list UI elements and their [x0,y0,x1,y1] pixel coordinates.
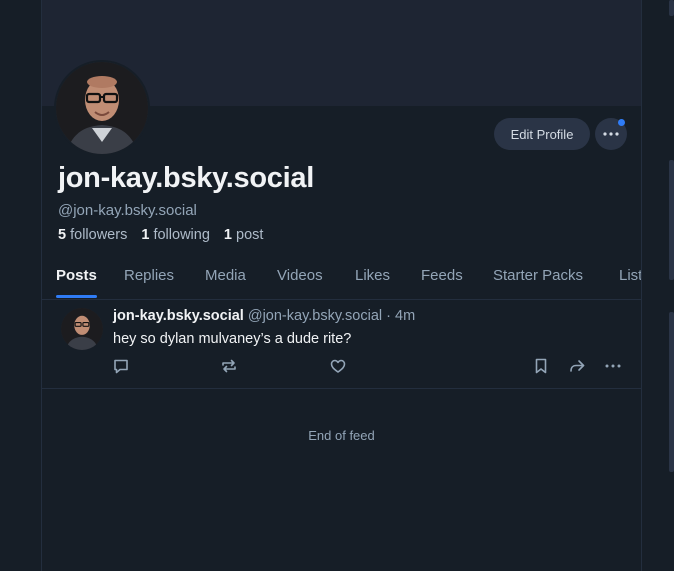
active-tab-indicator [56,295,97,298]
feed-post[interactable]: jon-kay.bsky.social @jon-kay.bsky.social… [42,300,641,389]
right-sidebar-edge-box [669,312,674,472]
post-separator: · [386,308,391,324]
posts-stat: 1 post [224,227,264,243]
right-sidebar-edge-mid [669,160,674,280]
reply-icon[interactable] [112,357,130,375]
right-sidebar [669,0,674,571]
following-stat[interactable]: 1 following [141,227,210,243]
edit-profile-button[interactable]: Edit Profile [494,118,590,150]
tab-likes[interactable]: Likes [355,267,390,284]
share-icon[interactable] [568,357,586,375]
profile-avatar[interactable] [54,60,150,156]
posts-label: post [236,227,264,243]
tab-replies[interactable]: Replies [124,267,174,284]
ellipsis-icon [603,132,619,136]
repost-icon[interactable] [220,357,238,375]
bookmark-icon[interactable] [532,357,550,375]
post-header: jon-kay.bsky.social @jon-kay.bsky.social… [113,308,415,324]
tab-media[interactable]: Media [205,267,246,284]
more-icon[interactable] [604,357,622,375]
post-text: hey so dylan mulvaney’s a dude rite? [113,331,352,347]
tab-lists[interactable]: Lists [619,267,641,284]
profile-handle: @jon-kay.bsky.social [58,202,197,219]
profile-stats: 5 followers 1 following 1 post [58,227,273,243]
profile-tabs: Posts Replies Media Videos Likes Feeds S… [42,264,641,300]
right-sidebar-edge-top [669,0,674,16]
post-avatar[interactable] [61,308,103,350]
following-label: following [153,227,210,243]
tab-feeds[interactable]: Feeds [421,267,463,284]
post-author-name[interactable]: jon-kay.bsky.social [113,308,244,324]
followers-count: 5 [58,227,67,243]
notification-dot [618,119,625,126]
tab-posts[interactable]: Posts [56,267,97,284]
following-count: 1 [141,227,150,243]
like-icon[interactable] [329,357,347,375]
end-of-feed: End of feed [308,428,375,443]
followers-label: followers [70,227,128,243]
post-timestamp[interactable]: 4m [395,308,415,324]
profile-column: Edit Profile jon-kay.bsky.social @jon-ka… [41,0,642,571]
post-author-handle[interactable]: @jon-kay.bsky.social [248,308,382,324]
followers-stat[interactable]: 5 followers [58,227,127,243]
tab-starter-packs[interactable]: Starter Packs [493,267,583,284]
tab-videos[interactable]: Videos [277,267,323,284]
posts-count: 1 [223,227,232,243]
display-name: jon-kay.bsky.social [58,162,314,194]
